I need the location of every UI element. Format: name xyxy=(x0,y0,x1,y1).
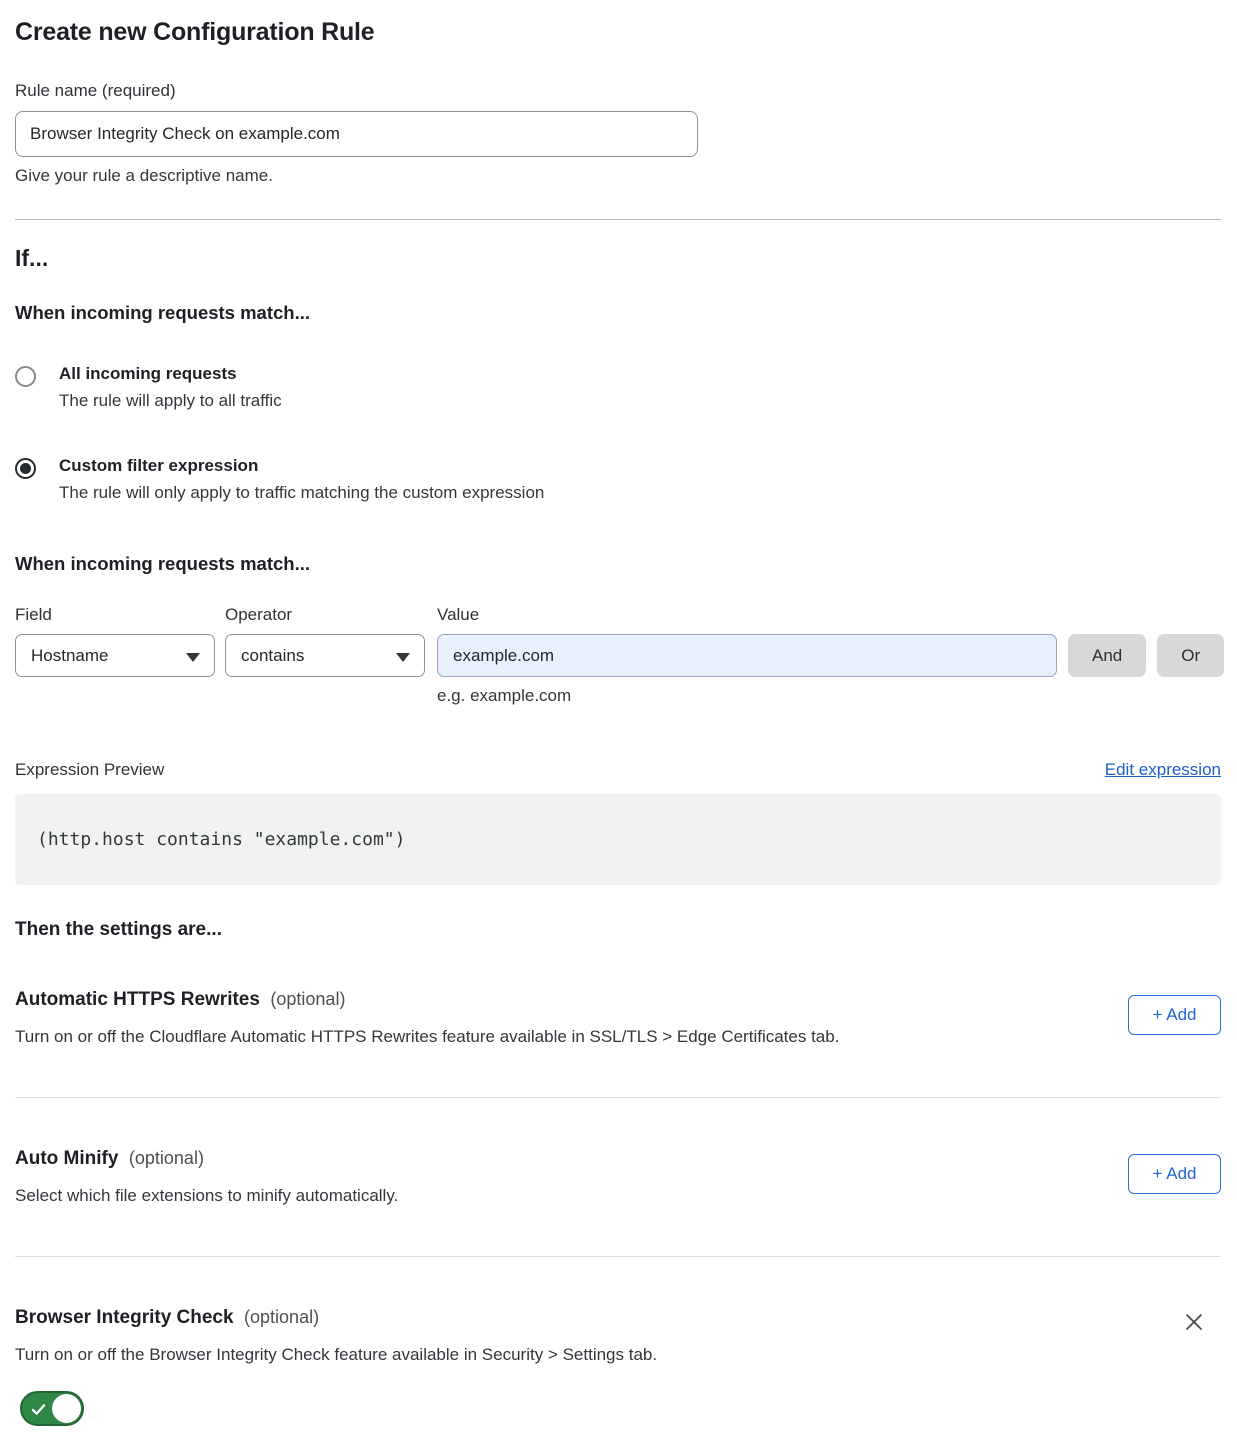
setting-browser-integrity-check: Browser Integrity Check (optional) Turn … xyxy=(15,1307,1221,1431)
value-label: Value xyxy=(437,605,1221,625)
browser-integrity-check-toggle[interactable] xyxy=(20,1391,84,1426)
value-input[interactable] xyxy=(437,634,1057,677)
value-helper: e.g. example.com xyxy=(437,686,1221,706)
builder-labels: Field Operator Value xyxy=(15,605,1221,625)
edit-expression-link[interactable]: Edit expression xyxy=(1105,760,1221,780)
create-configuration-rule-form: Create new Configuration Rule Rule name … xyxy=(0,0,1237,1451)
and-button[interactable]: And xyxy=(1068,634,1146,677)
radio-label: Custom filter expression xyxy=(59,456,544,476)
section-divider xyxy=(15,1097,1221,1098)
radio-description: The rule will only apply to traffic matc… xyxy=(59,483,544,503)
or-button[interactable]: Or xyxy=(1157,634,1224,677)
setting-description: Turn on or off the Cloudflare Automatic … xyxy=(15,1027,839,1047)
setting-title: Browser Integrity Check xyxy=(15,1307,234,1328)
toggle-knob[interactable] xyxy=(52,1394,81,1423)
radio-option-custom-filter-expression[interactable]: Custom filter expression The rule will o… xyxy=(15,456,1221,503)
rule-name-group: Rule name (required) Give your rule a de… xyxy=(15,81,1221,186)
radio-description: The rule will apply to all traffic xyxy=(59,391,282,411)
expression-builder-row: Hostname contains And Or xyxy=(15,634,1221,677)
chevron-down-icon xyxy=(186,653,200,662)
then-settings-heading: Then the settings are... xyxy=(15,919,1221,941)
section-divider xyxy=(15,219,1221,220)
setting-auto-minify: Auto Minify (optional) Select which file… xyxy=(15,1148,1221,1206)
rule-name-helper: Give your rule a descriptive name. xyxy=(15,166,1221,186)
check-icon xyxy=(31,1402,46,1417)
radio-label: All incoming requests xyxy=(59,364,282,384)
rule-name-input[interactable] xyxy=(15,111,698,157)
radio-option-all-incoming-requests[interactable]: All incoming requests The rule will appl… xyxy=(15,364,1221,411)
section-divider xyxy=(15,1256,1221,1257)
operator-label: Operator xyxy=(225,605,437,625)
setting-optional-tag: (optional) xyxy=(270,989,345,1009)
radio-selected-icon[interactable] xyxy=(15,458,36,479)
match-heading: When incoming requests match... xyxy=(15,302,1221,324)
chevron-down-icon xyxy=(396,653,410,662)
setting-title: Auto Minify xyxy=(15,1148,118,1169)
field-label: Field xyxy=(15,605,225,625)
setting-description: Turn on or off the Browser Integrity Che… xyxy=(15,1345,657,1365)
setting-optional-tag: (optional) xyxy=(129,1148,204,1168)
expression-preview-box: (http.host contains "example.com") xyxy=(15,794,1221,885)
operator-select[interactable]: contains xyxy=(225,634,425,677)
add-auto-minify-button[interactable]: + Add xyxy=(1128,1154,1221,1194)
if-heading: If... xyxy=(15,245,1221,272)
field-select-value: Hostname xyxy=(31,646,108,666)
expression-preview-label: Expression Preview xyxy=(15,760,164,780)
setting-description: Select which file extensions to minify a… xyxy=(15,1186,398,1206)
setting-automatic-https-rewrites: Automatic HTTPS Rewrites (optional) Turn… xyxy=(15,989,1221,1047)
setting-title: Automatic HTTPS Rewrites xyxy=(15,989,260,1010)
operator-select-value: contains xyxy=(241,646,304,666)
setting-optional-tag: (optional) xyxy=(244,1307,319,1327)
expression-code: (http.host contains "example.com") xyxy=(37,829,405,850)
rule-name-label: Rule name (required) xyxy=(15,81,1221,101)
field-select[interactable]: Hostname xyxy=(15,634,215,677)
expression-preview-row: Expression Preview Edit expression xyxy=(15,760,1221,780)
close-icon[interactable] xyxy=(1181,1309,1207,1335)
add-automatic-https-rewrites-button[interactable]: + Add xyxy=(1128,995,1221,1035)
page-title: Create new Configuration Rule xyxy=(15,18,1221,47)
radio-unselected-icon[interactable] xyxy=(15,366,36,387)
expression-builder-heading: When incoming requests match... xyxy=(15,553,1221,575)
